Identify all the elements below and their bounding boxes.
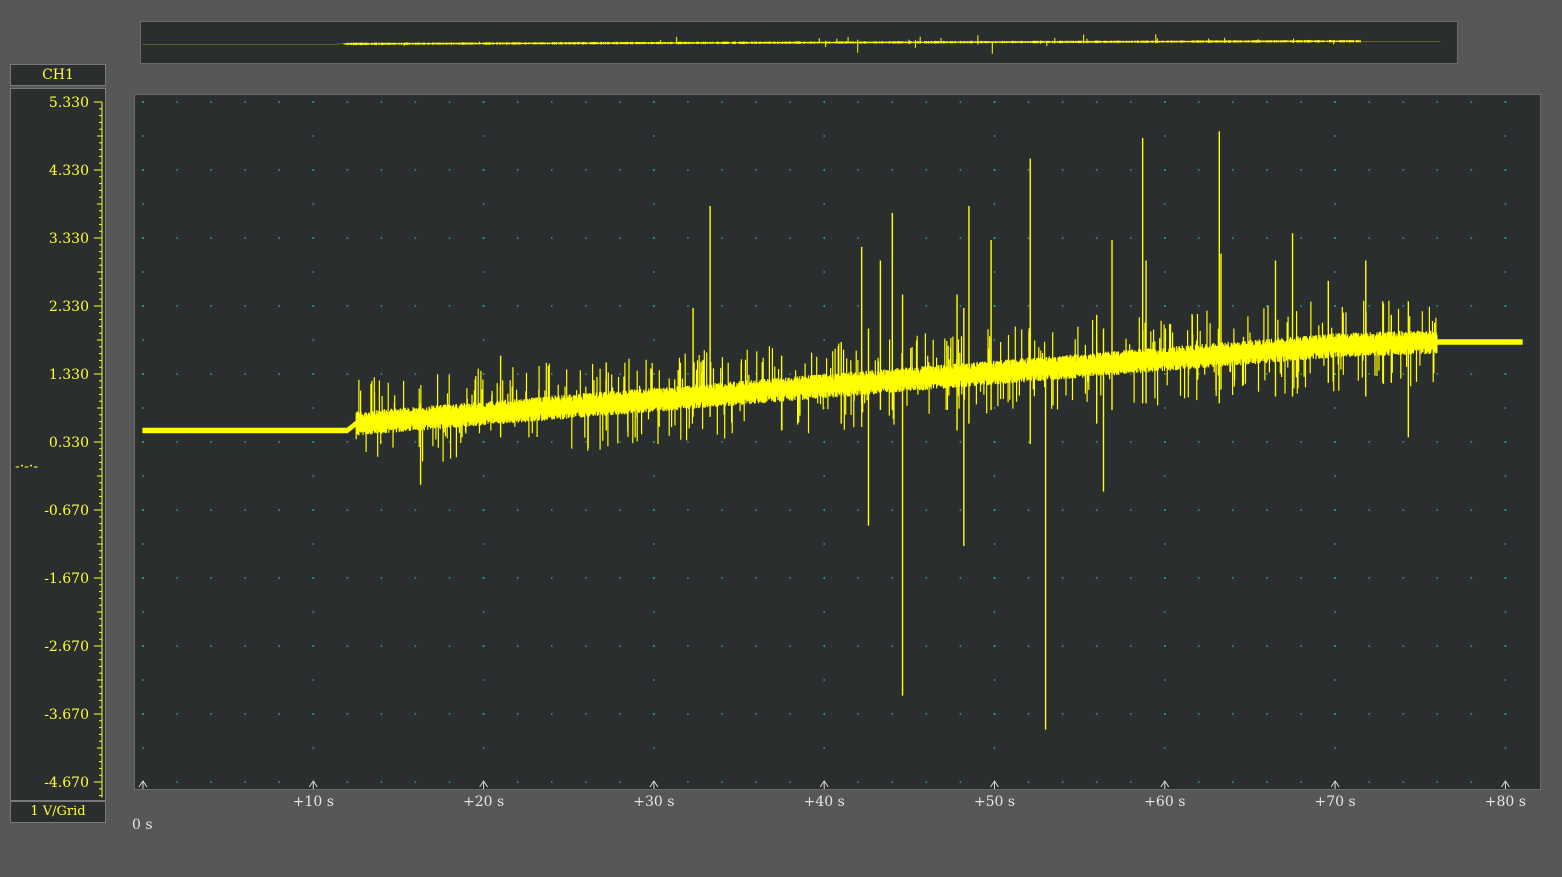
time-tick-label: +20 s — [463, 794, 505, 810]
channel-name[interactable]: CH1 — [10, 64, 106, 86]
y-tick-label: -4.670 — [44, 775, 89, 791]
y-tick-label: 2.330 — [49, 299, 89, 315]
y-tick-label: 5.330 — [49, 95, 89, 111]
time-tick-label: +80 s — [1484, 794, 1526, 810]
overview-strip[interactable] — [140, 21, 1458, 64]
time-ticks — [138, 780, 1510, 789]
y-tick-label: 3.330 — [49, 231, 89, 247]
time-tick-label: +10 s — [292, 794, 334, 810]
overview-signal — [142, 39, 1441, 46]
time-tick-label: +30 s — [633, 794, 675, 810]
y-tick-label: 1.330 — [49, 367, 89, 383]
time-tick-label: +70 s — [1314, 794, 1356, 810]
overview-trace — [142, 34, 1441, 54]
y-tick-label: -1.670 — [44, 571, 89, 587]
signal-trace — [142, 300, 1523, 462]
trigger-level-marker[interactable]: -·-·- — [15, 458, 38, 474]
y-tick-label: -2.670 — [44, 639, 89, 655]
channel-panel: CH1 5.330 4.330 3.330 2.330 1.330 0.330 -0.670… — [10, 64, 106, 824]
y-tick-label: -3.670 — [44, 707, 89, 723]
y-tick-label: 0.330 — [49, 435, 89, 451]
time-tick-label: +60 s — [1144, 794, 1186, 810]
time-origin-label: 0 s — [132, 817, 153, 833]
waveform-canvas — [138, 101, 1523, 789]
time-axis: +10 s +20 s +30 s +40 s +50 s +60 s +70 s +80 s — [0, 790, 1562, 840]
time-tick-label: +40 s — [803, 794, 845, 810]
signal-spikes — [419, 131, 1410, 730]
waveform-plot[interactable] — [134, 94, 1541, 790]
voltage-scale[interactable]: 5.330 4.330 3.330 2.330 1.330 0.330 -0.670 -1.6… — [10, 88, 106, 801]
y-tick-label: 4.330 — [49, 163, 89, 179]
time-tick-label: +50 s — [973, 794, 1016, 810]
y-tick-label: -0.670 — [44, 503, 89, 519]
grid-dots — [142, 101, 1507, 783]
voltage-axis: 5.330 4.330 3.330 2.330 1.330 0.330 -0.670 -1.6… — [15, 95, 103, 798]
